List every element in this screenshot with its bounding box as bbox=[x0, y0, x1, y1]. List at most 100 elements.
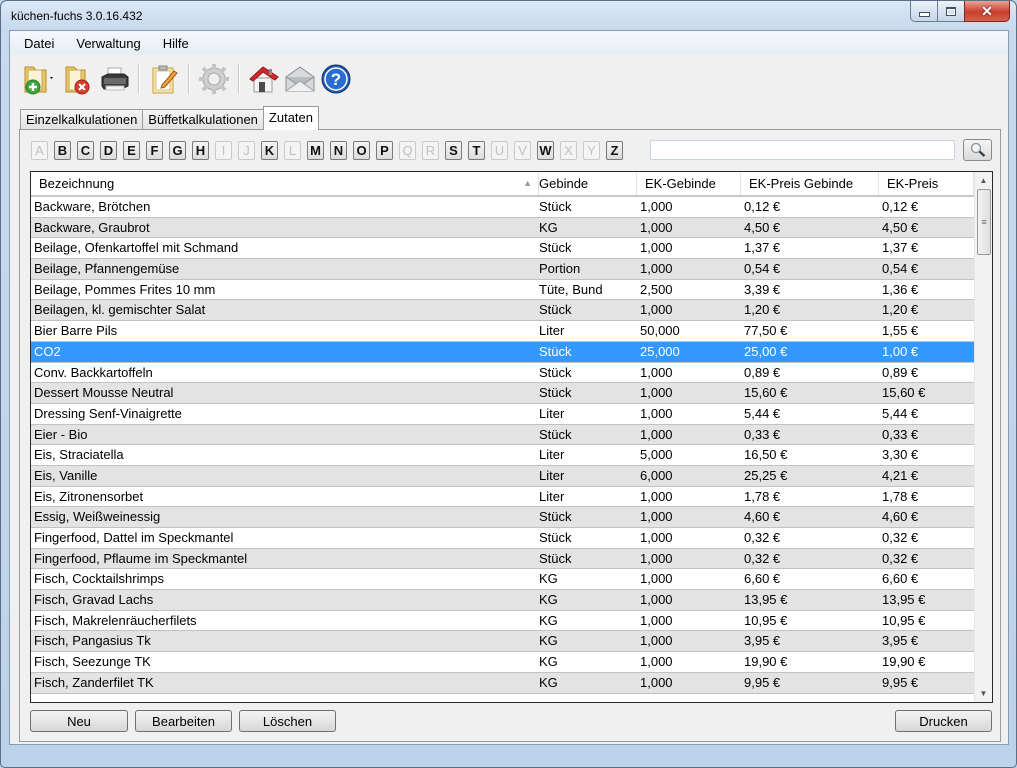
tab-einzelkalkulationen[interactable]: Einzelkalkulationen bbox=[20, 109, 144, 130]
edit-notes-button[interactable] bbox=[146, 61, 182, 97]
scrollbar-thumb[interactable]: ≡ bbox=[977, 189, 991, 255]
column-header-bezeichnung[interactable]: Bezeichnung ▲ bbox=[31, 172, 539, 195]
letter-filter-t[interactable]: T bbox=[468, 141, 485, 160]
delete-button[interactable]: Löschen bbox=[239, 710, 336, 732]
home-button[interactable] bbox=[246, 61, 282, 97]
table-row[interactable]: Fisch, Makrelenräucherfilets KG 1,000 10,95… bbox=[31, 610, 974, 632]
cell-ek-preis-gebinde: 0,12 € bbox=[744, 199, 781, 214]
cell-ek-gebinde: 5,000 bbox=[640, 447, 673, 463]
print-button[interactable] bbox=[96, 61, 132, 97]
maximize-button[interactable] bbox=[937, 1, 965, 22]
table-row[interactable]: Beilage, Pfannengemüse Portion 1,000 0,54 €… bbox=[31, 259, 974, 280]
minimize-button[interactable] bbox=[910, 1, 938, 22]
cell-gebinde: KG bbox=[539, 654, 558, 670]
close-icon: ✕ bbox=[981, 2, 993, 19]
table-row[interactable]: Fisch, Pangasius Tk KG 1,000 3,95 € 3,95 € bbox=[31, 631, 974, 653]
table-row[interactable]: Backware, Graubrot KG 1,000 4,50 € 4,50 € bbox=[31, 217, 974, 239]
column-header-ek-gebinde[interactable]: EK-Gebinde bbox=[637, 172, 741, 195]
cell-ek-gebinde: 1,000 bbox=[640, 364, 673, 380]
cell-bezeichnung: Beilage, Pfannengemüse bbox=[34, 261, 180, 277]
new-button[interactable]: Neu bbox=[30, 710, 128, 732]
search-button[interactable] bbox=[963, 139, 992, 161]
table-row[interactable]: Fingerfood, Pflaume im Speckmantel Stück 1… bbox=[31, 548, 974, 570]
cell-bezeichnung: Eis, Straciatella bbox=[34, 447, 124, 463]
table-row[interactable]: Fisch, Seezunge TK KG 1,000 19,90 € 19,90 € bbox=[31, 652, 974, 673]
table-row[interactable]: Conv. Backkartoffeln Stück 1,000 0,89 € 0,89… bbox=[31, 362, 974, 384]
letter-filter-s[interactable]: S bbox=[445, 141, 462, 160]
cell-gebinde: Stück bbox=[539, 364, 572, 380]
cell-ek-preis: 10,95 € bbox=[882, 612, 926, 628]
new-button[interactable] bbox=[18, 61, 60, 97]
letter-filter-e[interactable]: E bbox=[123, 141, 140, 160]
column-header-ek-preis-gebinde[interactable]: EK-Preis Gebinde bbox=[741, 172, 879, 195]
table-row[interactable]: Dressing Senf-Vinaigrette Liter 1,000 5,44 … bbox=[31, 403, 974, 425]
svg-text:?: ? bbox=[331, 70, 341, 89]
settings-button[interactable] bbox=[196, 61, 232, 97]
letter-filter-b[interactable]: B bbox=[54, 141, 71, 160]
letter-filter-g[interactable]: G bbox=[169, 141, 186, 160]
table-row[interactable]: Beilagen, kl. gemischter Salat Stück 1,000… bbox=[31, 300, 974, 322]
delete-button[interactable] bbox=[60, 61, 96, 97]
new-folder-icon bbox=[24, 66, 53, 95]
scroll-down-arrow-icon[interactable]: ▼ bbox=[975, 685, 992, 702]
cell-ek-preis-gebinde: 1,37 € bbox=[744, 240, 781, 256]
table-row[interactable]: CO2 Stück 25,000 25,00 € 1,00 € bbox=[31, 341, 974, 363]
tab-bueffetkalkulationen[interactable]: Büffetkalkulationen bbox=[142, 109, 264, 130]
cell-ek-preis-gebinde: 13,95 € bbox=[744, 592, 788, 608]
search-input[interactable] bbox=[650, 140, 955, 160]
tab-zutaten[interactable]: Zutaten bbox=[262, 106, 320, 130]
table-row[interactable]: Essig, Weißweinessig Stück 1,000 4,60 € 4,60… bbox=[31, 507, 974, 528]
cell-gebinde: Portion bbox=[539, 261, 581, 277]
letter-filter-m[interactable]: M bbox=[307, 141, 324, 160]
table-row[interactable]: Eis, Vanille Liter 6,000 25,25 € 4,21 € bbox=[31, 465, 974, 487]
mail-button[interactable] bbox=[282, 61, 318, 97]
column-header-ek-preis[interactable]: EK-Preis bbox=[879, 172, 974, 195]
edit-button[interactable]: Bearbeiten bbox=[135, 710, 232, 732]
menu-verwaltung[interactable]: Verwaltung bbox=[68, 36, 148, 51]
table-row[interactable]: Fingerfood, Dattel im Speckmantel Stück 1,… bbox=[31, 528, 974, 549]
cell-ek-gebinde: 1,000 bbox=[640, 219, 673, 235]
cell-ek-preis: 13,95 € bbox=[882, 592, 926, 608]
letter-filter-h[interactable]: H bbox=[192, 141, 209, 160]
table-row[interactable]: Backware, Brötchen Stück 1,000 0,12 € 0,12 € bbox=[31, 197, 974, 218]
letter-filter-z[interactable]: Z bbox=[606, 141, 623, 160]
column-header-gebinde[interactable]: Gebinde bbox=[539, 172, 637, 195]
cell-ek-preis: 4,21 € bbox=[882, 467, 919, 483]
cell-ek-gebinde: 1,000 bbox=[640, 405, 673, 421]
table-row[interactable]: Fisch, Zanderfilet TK KG 1,000 9,95 € 9,95 € bbox=[31, 672, 974, 694]
cell-ek-preis: 1,55 € bbox=[882, 323, 919, 339]
table-row[interactable]: Eis, Straciatella Liter 5,000 16,50 € 3,30 € bbox=[31, 445, 974, 466]
table-row[interactable]: Beilage, Ofenkartoffel mit Schmand Stück 1… bbox=[31, 238, 974, 260]
letter-filter-d[interactable]: D bbox=[100, 141, 117, 160]
title-bar[interactable]: küchen-fuchs 3.0.16.432 ✕ bbox=[1, 1, 1016, 31]
table-row[interactable]: Eier - Bio Stück 1,000 0,33 € 0,33 € bbox=[31, 424, 974, 446]
scroll-up-arrow-icon[interactable]: ▲ bbox=[975, 172, 992, 189]
letter-filter-w[interactable]: W bbox=[537, 141, 554, 160]
cell-gebinde: Stück bbox=[539, 530, 572, 545]
cell-gebinde: KG bbox=[539, 571, 558, 587]
letter-filter-o[interactable]: O bbox=[353, 141, 370, 160]
table-row[interactable]: Fisch, Gravad Lachs KG 1,000 13,95 € 13,95 € bbox=[31, 590, 974, 611]
cell-ek-preis-gebinde: 0,32 € bbox=[744, 530, 781, 545]
letter-filter-k[interactable]: K bbox=[261, 141, 278, 160]
table-row[interactable]: Beilage, Pommes Frites 10 mm Tüte, Bund 2,… bbox=[31, 279, 974, 301]
letter-filter-f[interactable]: F bbox=[146, 141, 163, 160]
cell-ek-preis: 15,60 € bbox=[882, 385, 926, 401]
cell-bezeichnung: Fisch, Zanderfilet TK bbox=[34, 674, 154, 690]
menu-datei[interactable]: Datei bbox=[16, 36, 62, 51]
vertical-scrollbar[interactable]: ▲ ≡ ▼ bbox=[974, 172, 992, 702]
letter-filter-p[interactable]: P bbox=[376, 141, 393, 160]
letter-filter-c[interactable]: C bbox=[77, 141, 94, 160]
letter-filter-n[interactable]: N bbox=[330, 141, 347, 160]
table-row[interactable]: Bier Barre Pils Liter 50,000 77,50 € 1,55 € bbox=[31, 321, 974, 342]
cell-ek-preis-gebinde: 5,44 € bbox=[744, 405, 781, 421]
print-button[interactable]: Drucken bbox=[895, 710, 992, 732]
table-row[interactable]: Eis, Zitronensorbet Liter 1,000 1,78 € 1,78 … bbox=[31, 486, 974, 508]
table-row[interactable]: Fisch, Cocktailshrimps KG 1,000 6,60 € 6,60 … bbox=[31, 569, 974, 591]
help-button[interactable]: ? bbox=[318, 61, 354, 97]
menu-hilfe[interactable]: Hilfe bbox=[155, 36, 197, 51]
close-button[interactable]: ✕ bbox=[964, 1, 1010, 22]
cell-bezeichnung: Essig, Weißweinessig bbox=[34, 509, 161, 525]
table-row[interactable]: Dessert Mousse Neutral Stück 1,000 15,60 € 1… bbox=[31, 383, 974, 404]
cell-gebinde: KG bbox=[539, 612, 558, 628]
